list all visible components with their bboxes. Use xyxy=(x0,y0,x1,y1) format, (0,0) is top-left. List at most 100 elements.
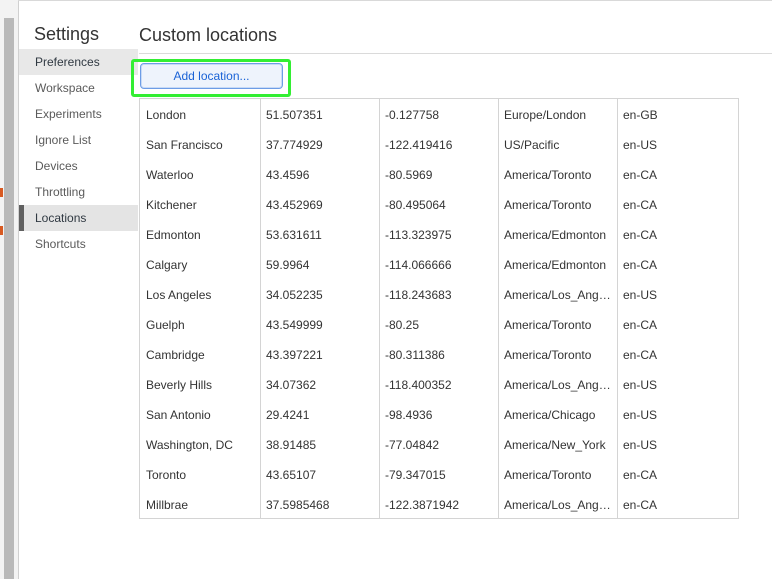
longitude-cell: -80.495064 xyxy=(385,198,446,212)
locale-cell: en-CA xyxy=(623,498,658,512)
timezone-cell: America/Los_Angeles xyxy=(504,498,617,512)
location-name-cell: Edmonton xyxy=(146,228,201,242)
locale-cell: en-CA xyxy=(623,228,658,242)
timezone-cell: America/New_York xyxy=(504,438,606,452)
latitude-cell: 53.631611 xyxy=(266,228,322,242)
location-name-cell: Guelph xyxy=(146,318,185,332)
table-row[interactable]: Cambridge 43.397221 -80.311386 America/Toro… xyxy=(140,340,738,370)
table-row[interactable]: Los Angeles 34.052235 -118.243683 America/L… xyxy=(140,280,738,310)
longitude-cell: -0.127758 xyxy=(385,108,440,122)
locale-cell: en-US xyxy=(623,288,658,302)
location-name-cell: Millbrae xyxy=(146,498,189,512)
title-divider xyxy=(139,53,772,54)
longitude-cell: -80.5969 xyxy=(385,168,433,182)
location-name-cell: London xyxy=(146,108,187,122)
location-name-cell: San Francisco xyxy=(146,138,223,152)
table-row[interactable]: Toronto 43.65107 -79.347015 America/Toronto… xyxy=(140,460,738,490)
sidebar-title: Settings xyxy=(34,24,100,44)
longitude-cell: -80.311386 xyxy=(385,348,445,362)
locale-cell: en-CA xyxy=(623,168,658,182)
longitude-cell: -79.347015 xyxy=(385,468,446,482)
table-row[interactable]: Washington, DC 38.91485 -77.04842 America/N… xyxy=(140,430,738,460)
longitude-cell: -80.25 xyxy=(385,318,420,332)
location-name-cell: Kitchener xyxy=(146,198,197,212)
longitude-cell: -77.04842 xyxy=(385,438,440,452)
add-location-button[interactable]: Add location... xyxy=(140,63,283,89)
sidebar-item-shortcuts[interactable]: Shortcuts xyxy=(19,231,138,257)
timezone-cell: America/Toronto xyxy=(504,318,592,332)
location-name-cell: Cambridge xyxy=(146,348,205,362)
locale-cell: en-CA xyxy=(623,198,658,212)
longitude-cell: -98.4936 xyxy=(385,408,433,422)
location-name-cell: Toronto xyxy=(146,468,187,482)
latitude-cell: 43.65107 xyxy=(266,468,317,482)
table-row[interactable]: San Antonio 29.4241 -98.4936 America/Chicag… xyxy=(140,400,738,430)
timezone-cell: Europe/London xyxy=(504,108,587,122)
locale-cell: en-US xyxy=(623,378,658,392)
latitude-cell: 38.91485 xyxy=(266,438,317,452)
latitude-cell: 43.452969 xyxy=(266,198,323,212)
latitude-cell: 34.052235 xyxy=(266,288,323,302)
longitude-cell: -118.243683 xyxy=(385,288,452,302)
locale-cell: en-CA xyxy=(623,468,658,482)
table-row[interactable]: Waterloo 43.4596 -80.5969 America/Toronto en… xyxy=(140,160,738,190)
settings-nav: Preferences Workspace Experiments Ignore… xyxy=(19,49,138,257)
timezone-cell: America/Edmonton xyxy=(504,258,607,272)
locale-cell: en-US xyxy=(623,438,658,452)
timezone-cell: America/Toronto xyxy=(504,348,592,362)
sidebar-item-locations[interactable]: Locations xyxy=(19,205,138,231)
sidebar-item-ignore-list[interactable]: Ignore List xyxy=(19,127,138,153)
latitude-cell: 43.397221 xyxy=(266,348,323,362)
location-name-cell: Calgary xyxy=(146,258,188,272)
sidebar-item-devices[interactable]: Devices xyxy=(19,153,138,179)
locale-cell: en-CA xyxy=(623,318,658,332)
latitude-cell: 37.5985468 xyxy=(266,498,330,512)
location-name-cell: Waterloo xyxy=(146,168,194,182)
page-title: Custom locations xyxy=(139,25,278,45)
sidebar-item-throttling[interactable]: Throttling xyxy=(19,179,138,205)
timezone-cell: America/Los_Angeles xyxy=(504,288,617,302)
timezone-cell: America/Toronto xyxy=(504,168,592,182)
latitude-cell: 59.9964 xyxy=(266,258,310,272)
table-row[interactable]: Millbrae 37.5985468 -122.3871942 America/Lo… xyxy=(140,490,738,520)
location-name-cell: San Antonio xyxy=(146,408,211,422)
sidebar-item-workspace[interactable]: Workspace xyxy=(19,75,138,101)
locale-cell: en-CA xyxy=(623,258,658,272)
timezone-cell: US/Pacific xyxy=(504,138,560,152)
location-name-cell: Washington, DC xyxy=(146,438,233,452)
longitude-cell: -122.3871942 xyxy=(385,498,460,512)
location-name-cell: Los Angeles xyxy=(146,288,212,302)
locale-cell: en-US xyxy=(623,138,658,152)
locale-cell: en-CA xyxy=(623,348,658,362)
sidebar-item-preferences[interactable]: Preferences xyxy=(19,49,138,75)
table-row[interactable]: Kitchener 43.452969 -80.495064 America/Toro… xyxy=(140,190,738,220)
left-panel-gutter xyxy=(0,0,18,579)
locations-list: London 51.507351 -0.127758 Europe/London en-… xyxy=(140,100,738,520)
table-row[interactable]: San Francisco 37.774929 -122.419416 US/Paci… xyxy=(140,130,738,160)
table-row[interactable]: London 51.507351 -0.127758 Europe/London en-… xyxy=(140,100,738,130)
table-row[interactable]: Beverly Hills 34.07362 -118.400352 America/… xyxy=(140,370,738,400)
latitude-cell: 51.507351 xyxy=(266,108,323,122)
latitude-cell: 37.774929 xyxy=(266,138,323,152)
timezone-cell: America/Los_Angeles xyxy=(504,378,617,392)
latitude-cell: 29.4241 xyxy=(266,408,310,422)
table-row[interactable]: Calgary 59.9964 -114.066666 America/Edmonto… xyxy=(140,250,738,280)
longitude-cell: -114.066666 xyxy=(385,258,452,272)
timezone-cell: America/Chicago xyxy=(504,408,596,422)
locations-panel: Custom locations Add location... London 5… xyxy=(131,0,772,579)
table-row[interactable]: Edmonton 53.631611 -113.323975 America/Edmo… xyxy=(140,220,738,250)
table-row[interactable]: Guelph 43.549999 -80.25 America/Toronto en-C… xyxy=(140,310,738,340)
gutter-scrollbar[interactable] xyxy=(4,18,14,579)
location-name-cell: Beverly Hills xyxy=(146,378,213,392)
longitude-cell: -113.323975 xyxy=(385,228,452,242)
locale-cell: en-GB xyxy=(623,108,658,122)
sidebar-item-experiments[interactable]: Experiments xyxy=(19,101,138,127)
locale-cell: en-US xyxy=(623,408,658,422)
latitude-cell: 34.07362 xyxy=(266,378,317,392)
longitude-cell: -118.400352 xyxy=(385,378,452,392)
timezone-cell: America/Toronto xyxy=(504,468,592,482)
timezone-cell: America/Edmonton xyxy=(504,228,607,242)
gutter-marker xyxy=(0,226,3,235)
latitude-cell: 43.549999 xyxy=(266,318,323,332)
longitude-cell: -122.419416 xyxy=(385,138,453,152)
